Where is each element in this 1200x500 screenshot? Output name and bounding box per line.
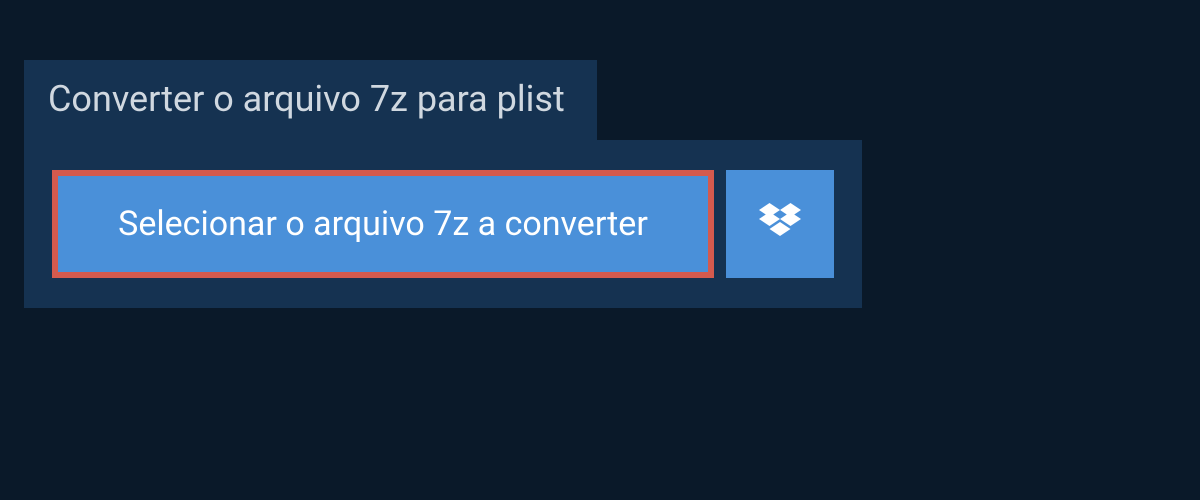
page-title: Converter o arquivo 7z para plist — [24, 60, 597, 140]
upload-panel: Selecionar o arquivo 7z a converter — [24, 140, 862, 308]
select-file-button[interactable]: Selecionar o arquivo 7z a converter — [52, 170, 714, 278]
dropbox-button[interactable] — [726, 170, 834, 278]
select-file-label: Selecionar o arquivo 7z a converter — [118, 204, 648, 244]
converter-panel: Converter o arquivo 7z para plist Seleci… — [0, 0, 1200, 308]
dropbox-icon — [759, 203, 801, 245]
